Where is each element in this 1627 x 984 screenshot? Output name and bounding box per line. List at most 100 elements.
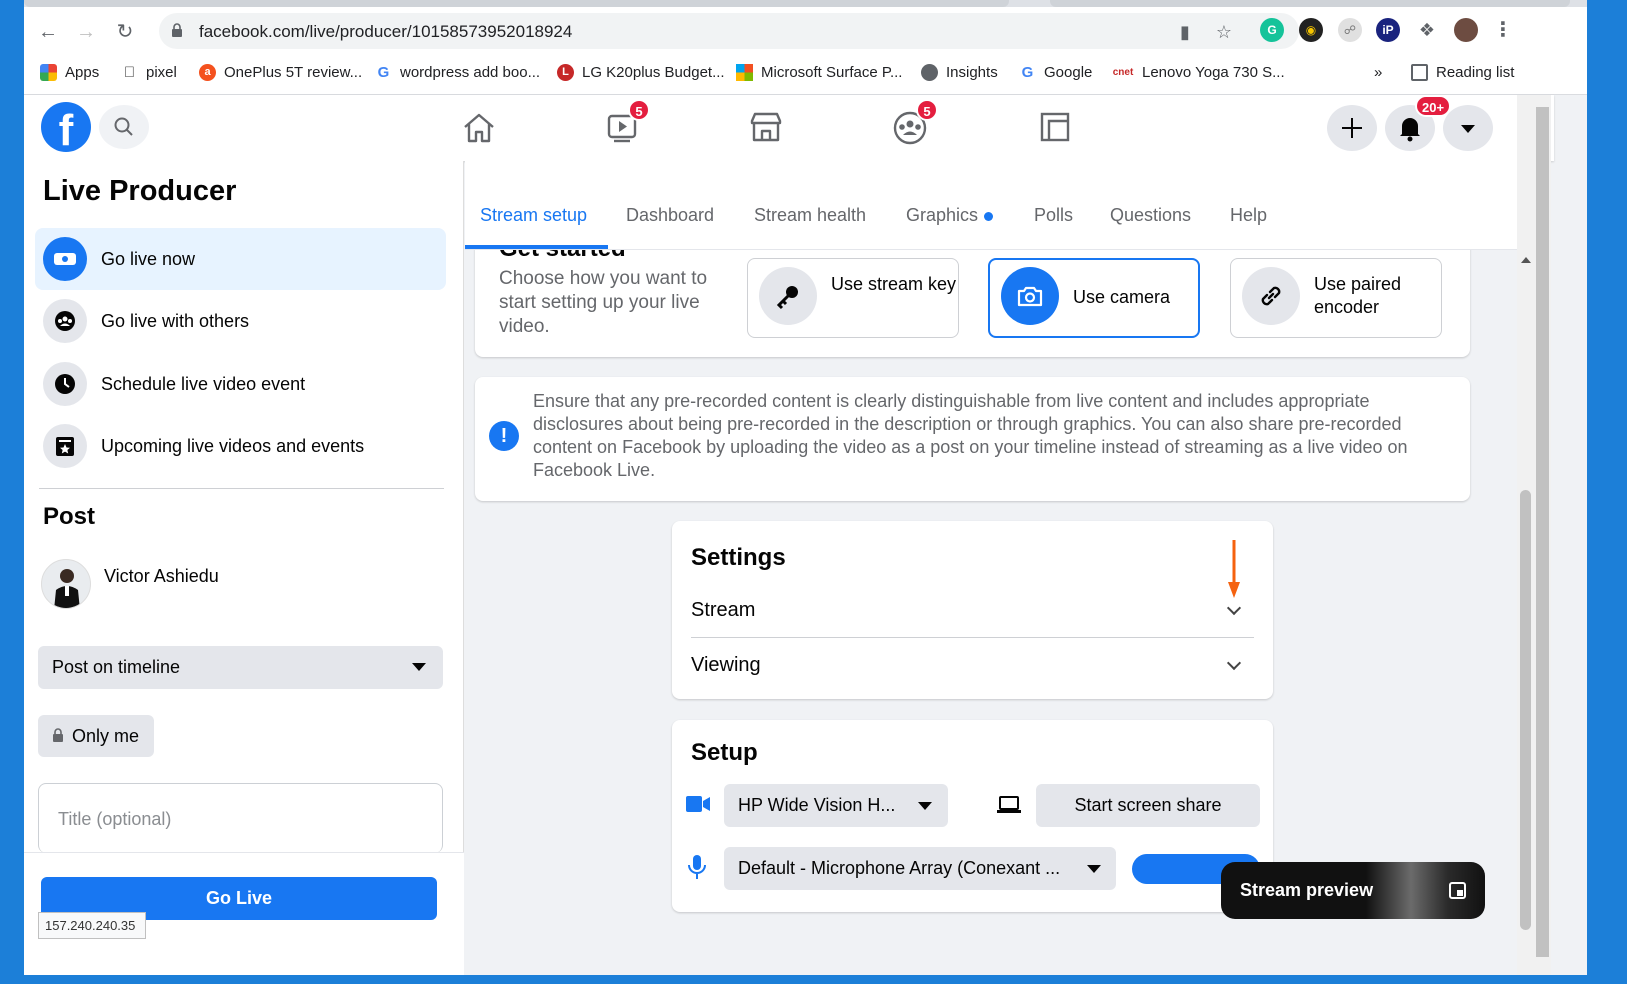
browser-window: ← → ↻ facebook.com/live/producer/1015857… — [24, 0, 1587, 975]
post-target-value: Post on timeline — [52, 657, 181, 677]
bookmark-lg[interactable]: L LG K20plus Budget... — [557, 60, 725, 84]
settings-row-label: Viewing — [691, 654, 761, 676]
tab-questions[interactable]: Questions — [1110, 205, 1191, 226]
bookmark-surface[interactable]: Microsoft Surface P... — [736, 60, 902, 84]
use-camera-option[interactable]: Use camera — [988, 258, 1200, 338]
settings-row-viewing[interactable]: Viewing — [672, 641, 1273, 691]
profile-avatar[interactable] — [1454, 18, 1478, 42]
sidebar-item-go-live-with-others[interactable]: Go live with others — [35, 290, 446, 352]
bookmark-google[interactable]: G Google — [1019, 60, 1092, 84]
main-content: Stream setup Dashboard Stream health Gra… — [465, 161, 1517, 975]
reading-list[interactable]: Reading list — [1411, 60, 1514, 84]
home-icon[interactable] — [457, 107, 501, 147]
microphone-icon — [688, 855, 706, 879]
bookmark-apps[interactable]: Apps — [40, 60, 99, 84]
puzzle-icon[interactable]: ❖ — [1415, 18, 1439, 42]
tab-polls[interactable]: Polls — [1034, 205, 1073, 226]
post-target-select[interactable]: Post on timeline — [38, 646, 443, 689]
create-button[interactable] — [1327, 105, 1377, 151]
groups-tab[interactable]: 5 — [888, 99, 938, 147]
ars-icon: a — [199, 63, 216, 81]
tab-help[interactable]: Help — [1230, 205, 1267, 226]
info-exclamation-icon: ! — [489, 421, 519, 451]
title-input[interactable]: Title (optional) — [38, 783, 443, 853]
caret-down-icon — [1087, 865, 1101, 873]
stream-preview[interactable]: Stream preview — [1221, 862, 1485, 919]
bookmark-wordpress[interactable]: Gwordpress add boo... — [375, 60, 540, 84]
bookmark-lenovo[interactable]: cnet Lenovo Yoga 730 S... — [1112, 60, 1285, 84]
shield-icon[interactable]: ☍ — [1338, 18, 1362, 42]
start-screen-share-button[interactable]: Start screen share — [1036, 784, 1260, 827]
more-bookmarks-icon[interactable]: » — [1374, 60, 1382, 84]
scroll-up-arrow-icon[interactable] — [1521, 257, 1531, 263]
sidebar-item-label: Go live with others — [101, 310, 250, 331]
groups-badge: 5 — [916, 99, 938, 121]
microphone-select[interactable]: Default - Microphone Array (Conexant ... — [724, 847, 1116, 890]
camera-select[interactable]: HP Wide Vision H... — [724, 784, 948, 827]
scrollbar-thumb[interactable] — [1520, 490, 1531, 930]
apple-icon:  — [121, 63, 138, 81]
back-icon[interactable]: ← — [34, 18, 62, 46]
address-bar[interactable]: facebook.com/live/producer/1015857395201… — [159, 13, 1299, 49]
notifications-badge: 20+ — [1415, 95, 1452, 117]
facebook-logo[interactable]: f — [41, 102, 91, 152]
key-icon — [759, 267, 817, 325]
user-name: Victor Ashiedu — [104, 566, 219, 586]
lock-icon — [53, 728, 63, 742]
reading-list-icon — [1411, 63, 1428, 81]
account-menu-button[interactable] — [1443, 105, 1493, 151]
sidebar-item-label: Go live now — [101, 248, 196, 269]
google-icon: G — [375, 63, 392, 81]
bookmark-star-icon[interactable]: ☆ — [1213, 21, 1235, 43]
reload-icon[interactable]: ↻ — [111, 18, 139, 46]
privacy-button[interactable]: Only me — [38, 715, 154, 757]
bookmark-label: Insights — [946, 63, 998, 81]
marketplace-icon[interactable] — [744, 107, 788, 147]
bookmark-pixel[interactable]:  pixel — [121, 60, 177, 84]
page-scrollbar-thumb[interactable] — [1536, 107, 1549, 957]
sidebar-item-go-live-now[interactable]: Go live now — [35, 228, 446, 290]
bookmark-oneplus[interactable]: a OnePlus 5T review... — [199, 60, 362, 84]
tab-stream-health[interactable]: Stream health — [754, 205, 866, 226]
reading-list-label: Reading list — [1436, 63, 1515, 81]
tab-stream-setup[interactable]: Stream setup — [480, 205, 587, 226]
post-heading: Post — [43, 503, 96, 530]
bookmark-label: OnePlus 5T review... — [224, 63, 363, 81]
settings-row-stream[interactable]: Stream — [672, 587, 1273, 637]
new-dot-indicator — [984, 211, 994, 221]
gaming-icon[interactable] — [1033, 107, 1077, 147]
tab-dashboard[interactable]: Dashboard — [626, 205, 714, 226]
bookmark-insights[interactable]: Insights — [921, 60, 998, 84]
ip-extension-icon[interactable]: iP — [1376, 18, 1400, 42]
use-stream-key-option[interactable]: Use stream key — [747, 258, 959, 338]
sidebar-item-upcoming[interactable]: Upcoming live videos and events — [35, 415, 446, 477]
browser-tab-active[interactable] — [24, 0, 1009, 7]
option-label: Use paired encoder — [1314, 274, 1402, 317]
search-button[interactable] — [99, 105, 149, 149]
kebab-menu-icon[interactable]: ⋮ — [1491, 18, 1515, 42]
stream-preview-label: Stream preview — [1240, 880, 1374, 900]
extension-icon[interactable]: ◉ — [1299, 18, 1323, 42]
url-text[interactable]: facebook.com/live/producer/1015857395201… — [199, 22, 572, 42]
page-scrollbar[interactable] — [1534, 95, 1551, 975]
forward-icon[interactable]: → — [72, 18, 100, 46]
tab-strip — [24, 0, 1587, 7]
browser-tab[interactable] — [1050, 0, 1570, 7]
tab-graphics[interactable]: Graphics — [906, 205, 994, 226]
notifications-button[interactable]: 20+ — [1385, 95, 1452, 151]
camera-permission-icon[interactable]: ▮ — [1174, 21, 1196, 43]
option-label: Use camera — [1073, 287, 1171, 307]
globe-icon — [921, 63, 938, 81]
bookmark-label: Microsoft Surface P... — [761, 63, 903, 81]
watch-tab[interactable]: 5 — [600, 99, 650, 147]
settings-row-label: Stream — [691, 599, 756, 621]
plus-icon-vertical — [1350, 118, 1354, 138]
lock-icon — [172, 23, 182, 37]
group-icon — [43, 299, 87, 343]
content-scrollbar[interactable] — [1517, 95, 1534, 975]
picture-in-picture-icon[interactable] — [1449, 882, 1466, 899]
sidebar-item-schedule[interactable]: Schedule live video event — [35, 353, 446, 415]
use-paired-encoder-option[interactable]: Use paired encoder — [1230, 258, 1442, 338]
grammarly-icon[interactable]: G — [1260, 18, 1284, 42]
annotation-arrow-icon — [1228, 540, 1240, 598]
